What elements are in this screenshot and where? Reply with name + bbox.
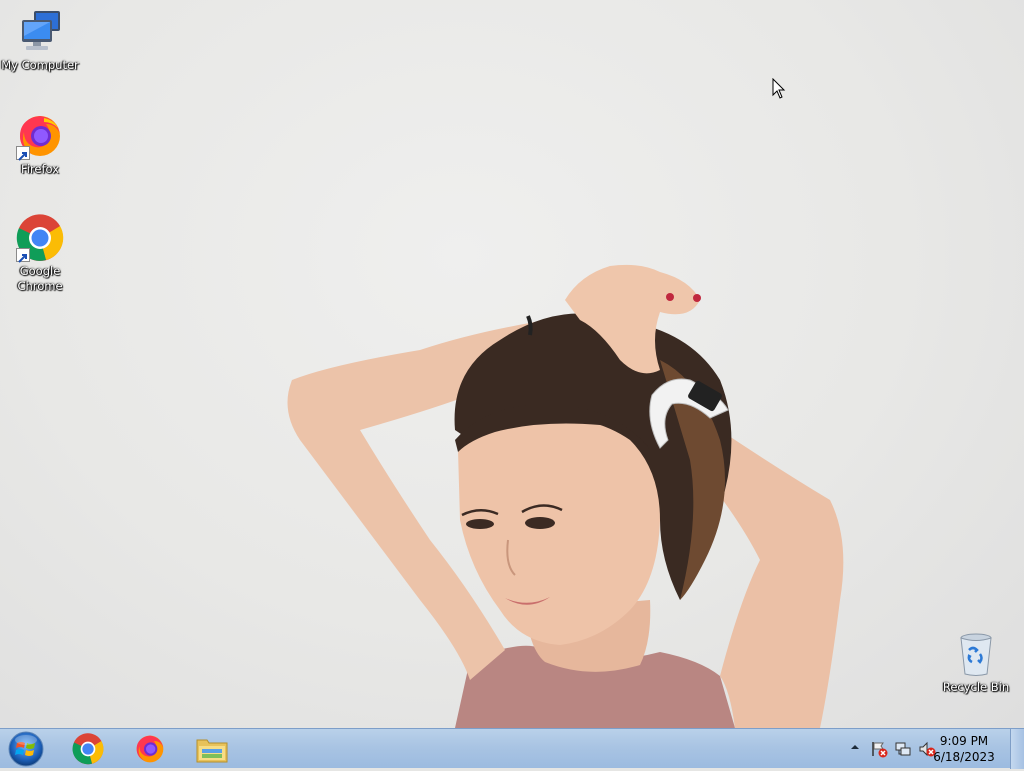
desktop-icon-label: My Computer (1, 58, 79, 72)
desktop-icon-my-computer[interactable]: My Computer (0, 8, 80, 73)
taskbar-firefox-button[interactable] (122, 730, 178, 768)
windows-logo-icon (8, 731, 44, 767)
taskbar: 9:09 PM 6/18/2023 (0, 728, 1024, 769)
desktop-icon-google-chrome[interactable]: Google Chrome (0, 214, 80, 294)
desktop-icon-recycle-bin[interactable]: Recycle Bin (936, 630, 1016, 695)
taskbar-chrome-button[interactable] (60, 730, 116, 768)
chrome-icon (72, 733, 104, 765)
desktop-icon-firefox[interactable]: Firefox (0, 112, 80, 177)
taskbar-file-explorer-button[interactable] (184, 730, 240, 768)
shortcut-arrow-icon (16, 146, 30, 161)
mouse-cursor-icon (772, 78, 786, 99)
show-hidden-icons-chevron[interactable] (850, 742, 860, 752)
firefox-icon (16, 112, 64, 161)
desktop-icon-label: Recycle Bin (942, 680, 1010, 694)
start-button[interactable] (6, 731, 46, 767)
desktop-icon-label: Google Chrome (17, 264, 63, 293)
desktop[interactable]: My Computer Firefox Google Chrome Recycl… (0, 0, 1024, 728)
recycle-bin-icon (952, 630, 1000, 678)
wallpaper-photo (287, 264, 844, 728)
desktop-icon-label: Firefox (20, 162, 60, 176)
clock[interactable]: 9:09 PM 6/18/2023 (926, 733, 1002, 765)
file-explorer-icon (196, 739, 228, 763)
clock-date: 6/18/2023 (933, 750, 995, 764)
network-icon[interactable] (894, 740, 912, 758)
chrome-icon (16, 214, 64, 263)
show-desktop-button[interactable] (1010, 729, 1024, 769)
clock-time: 9:09 PM (939, 734, 989, 748)
computer-icon (16, 8, 64, 56)
action-center-flag-icon[interactable] (870, 740, 888, 758)
system-tray: 9:09 PM 6/18/2023 (834, 729, 1024, 769)
firefox-icon (136, 735, 164, 763)
shortcut-arrow-icon (16, 248, 30, 263)
